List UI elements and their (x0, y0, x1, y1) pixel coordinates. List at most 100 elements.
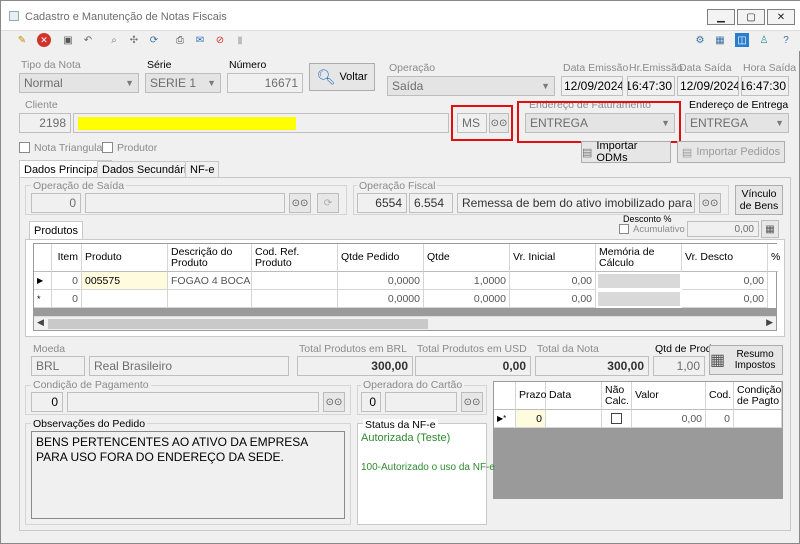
operacao-select[interactable]: Saída ▼ (387, 76, 555, 96)
scroll-left-icon[interactable]: ◀ (37, 317, 44, 328)
scroll-thumb[interactable] (48, 319, 428, 329)
search-cfop-button[interactable]: ⊙⊙ (699, 193, 721, 213)
tipo-nota-select[interactable]: Normal ▼ (19, 73, 139, 93)
col-qtde[interactable]: Qtde (424, 244, 510, 272)
maximize-button[interactable]: ▢ (737, 9, 765, 25)
cliente-codigo-field[interactable]: 2198 (19, 113, 71, 133)
calc-desconto-button[interactable]: ▦ (761, 220, 779, 238)
search-operadora-button[interactable]: ⊙⊙ (461, 392, 483, 412)
new-icon[interactable]: ✎ (15, 33, 29, 47)
user-icon[interactable]: ♙ (757, 33, 771, 47)
tools-icon[interactable]: ✣ (127, 33, 141, 47)
undo-icon[interactable]: ↶ (81, 33, 95, 47)
cell-vr-descto[interactable]: 0,00 (682, 290, 768, 308)
cell-vr-descto[interactable]: 0,00 (682, 272, 768, 290)
cell-vr-inicial[interactable]: 0,00 (510, 290, 596, 308)
tab-nfe[interactable]: NF-e (185, 161, 220, 178)
cell-memoria[interactable] (596, 272, 682, 290)
import-icon: ▤ (681, 146, 693, 159)
refresh-icon[interactable]: ⟳ (147, 33, 161, 47)
scroll-right-icon[interactable]: ▶ (766, 317, 773, 328)
observacoes-textarea[interactable]: BENS PERTENCENTES AO ATIVO DA EMPRESA PA… (31, 431, 345, 519)
nota-triangular-checkbox[interactable] (19, 142, 30, 153)
block-icon[interactable]: ⊘ (213, 33, 227, 47)
col-data[interactable]: Data (546, 382, 602, 410)
cell-descricao[interactable]: FOGAO 4 BOCAS (168, 272, 252, 290)
cell-produto[interactable]: 005575 (82, 272, 168, 290)
importar-odms-button[interactable]: ▤ Importar ODMs (581, 140, 671, 164)
cell-produto[interactable] (82, 290, 168, 308)
col-vr-descto[interactable]: Vr. Descto (682, 244, 768, 272)
nao-calc-checkbox[interactable] (611, 413, 622, 424)
col-nao-calc[interactable]: Não Calc. (602, 382, 632, 410)
minimize-button[interactable]: ▁ (707, 9, 735, 25)
col-memoria[interactable]: Memória de Cálculo (596, 244, 682, 272)
col-descricao[interactable]: Descrição do Produto (168, 244, 252, 272)
cell-cod-ref[interactable] (252, 290, 338, 308)
hora-saida-field[interactable]: 16:47:30 (741, 76, 789, 96)
window-icon[interactable]: ◫ (735, 33, 749, 47)
condicao-pagamento-field[interactable]: 0 (31, 392, 63, 412)
col-cod-ref[interactable]: Cod. Ref. Produto (252, 244, 338, 272)
produtor-checkbox[interactable] (102, 142, 113, 153)
cell-qtde-pedido[interactable]: 0,0000 (338, 290, 424, 308)
cell-item[interactable]: 0 (52, 272, 82, 290)
print-icon[interactable]: ⎙ (173, 33, 187, 47)
cliente-nome-field[interactable] (73, 113, 449, 133)
cancel-icon[interactable]: ✕ (37, 33, 51, 47)
col-vr-inicial[interactable]: Vr. Inicial (510, 244, 596, 272)
help-icon[interactable]: ? (779, 33, 793, 47)
cell-qtde-pedido[interactable]: 0,0000 (338, 272, 424, 290)
calendar-icon[interactable]: ▦ (713, 33, 727, 47)
acumulativo-checkbox[interactable] (619, 224, 629, 234)
cell-vr-inicial[interactable]: 0,00 (510, 272, 596, 290)
search-condicao-button[interactable]: ⊙⊙ (323, 392, 345, 412)
operacao-saida-field[interactable]: 0 (31, 193, 81, 213)
cell-item[interactable]: 0 (52, 290, 82, 308)
cell-qtde[interactable]: 0,0000 (424, 290, 510, 308)
cell-cod[interactable]: 0 (706, 410, 734, 428)
voltar-button[interactable]: 🔍︎ Voltar (309, 63, 375, 91)
config-icon[interactable]: ⚙ (693, 33, 707, 47)
moeda-codigo-field[interactable]: BRL (31, 356, 85, 376)
email-icon[interactable]: ✉ (193, 33, 207, 47)
search-operacao-button[interactable]: ⊙⊙ (289, 193, 311, 213)
col-produto[interactable]: Produto (82, 244, 168, 272)
endereco-entrega-select[interactable]: ENTREGA ▼ (685, 113, 789, 133)
status-nfe-label: Status da NF-e (363, 419, 438, 431)
cell-valor[interactable]: 0,00 (632, 410, 706, 428)
col-item[interactable]: Item (52, 244, 82, 272)
col-cod[interactable]: Cod. (706, 382, 734, 410)
total-nota-field: 300,00 (535, 356, 649, 376)
cell-nao-calc[interactable] (602, 410, 632, 428)
cell-descricao[interactable] (168, 290, 252, 308)
produtos-hscroll[interactable]: ◀ ▶ (34, 316, 776, 330)
operadora-field[interactable]: 0 (361, 392, 381, 412)
tab-produtos[interactable]: Produtos (29, 221, 84, 240)
cell-memoria[interactable] (596, 290, 682, 308)
col-percent[interactable]: % (768, 244, 780, 272)
col-condicao-pagto[interactable]: Condição de Pagto (734, 382, 782, 410)
close-button[interactable]: ✕ (767, 9, 795, 25)
desconto-field[interactable]: 0,00 (687, 221, 759, 237)
col-valor[interactable]: Valor (632, 382, 706, 410)
col-prazo[interactable]: Prazo (516, 382, 546, 410)
search-icon[interactable]: ⌕ (107, 33, 121, 47)
serie-select[interactable]: SERIE 1 ▼ (145, 73, 221, 93)
cell-prazo[interactable]: 0 (516, 410, 546, 428)
vinculo-bens-button[interactable]: Vínculo de Bens (735, 185, 783, 215)
col-qtde-pedido[interactable]: Qtde Pedido (338, 244, 424, 272)
cell-data[interactable] (546, 410, 602, 428)
data-emissao-field[interactable]: 12/09/2024 (561, 76, 623, 96)
data-saida-field[interactable]: 12/09/2024 (677, 76, 739, 96)
resumo-impostos-button[interactable]: ▦ Resumo Impostos (709, 345, 783, 375)
cfop-codigo-field[interactable]: 6554 (357, 193, 407, 213)
cell-cod-ref[interactable] (252, 272, 338, 290)
save-icon[interactable]: ▣ (61, 33, 75, 47)
cell-condicao[interactable] (734, 410, 782, 428)
moeda-label: Moeda (33, 343, 66, 355)
numero-field[interactable]: 16671 (227, 73, 303, 93)
hr-emissao-field[interactable]: 16:47:30 (627, 76, 675, 96)
cfop-field[interactable]: 6.554 (409, 193, 453, 213)
cell-qtde[interactable]: 1,0000 (424, 272, 510, 290)
